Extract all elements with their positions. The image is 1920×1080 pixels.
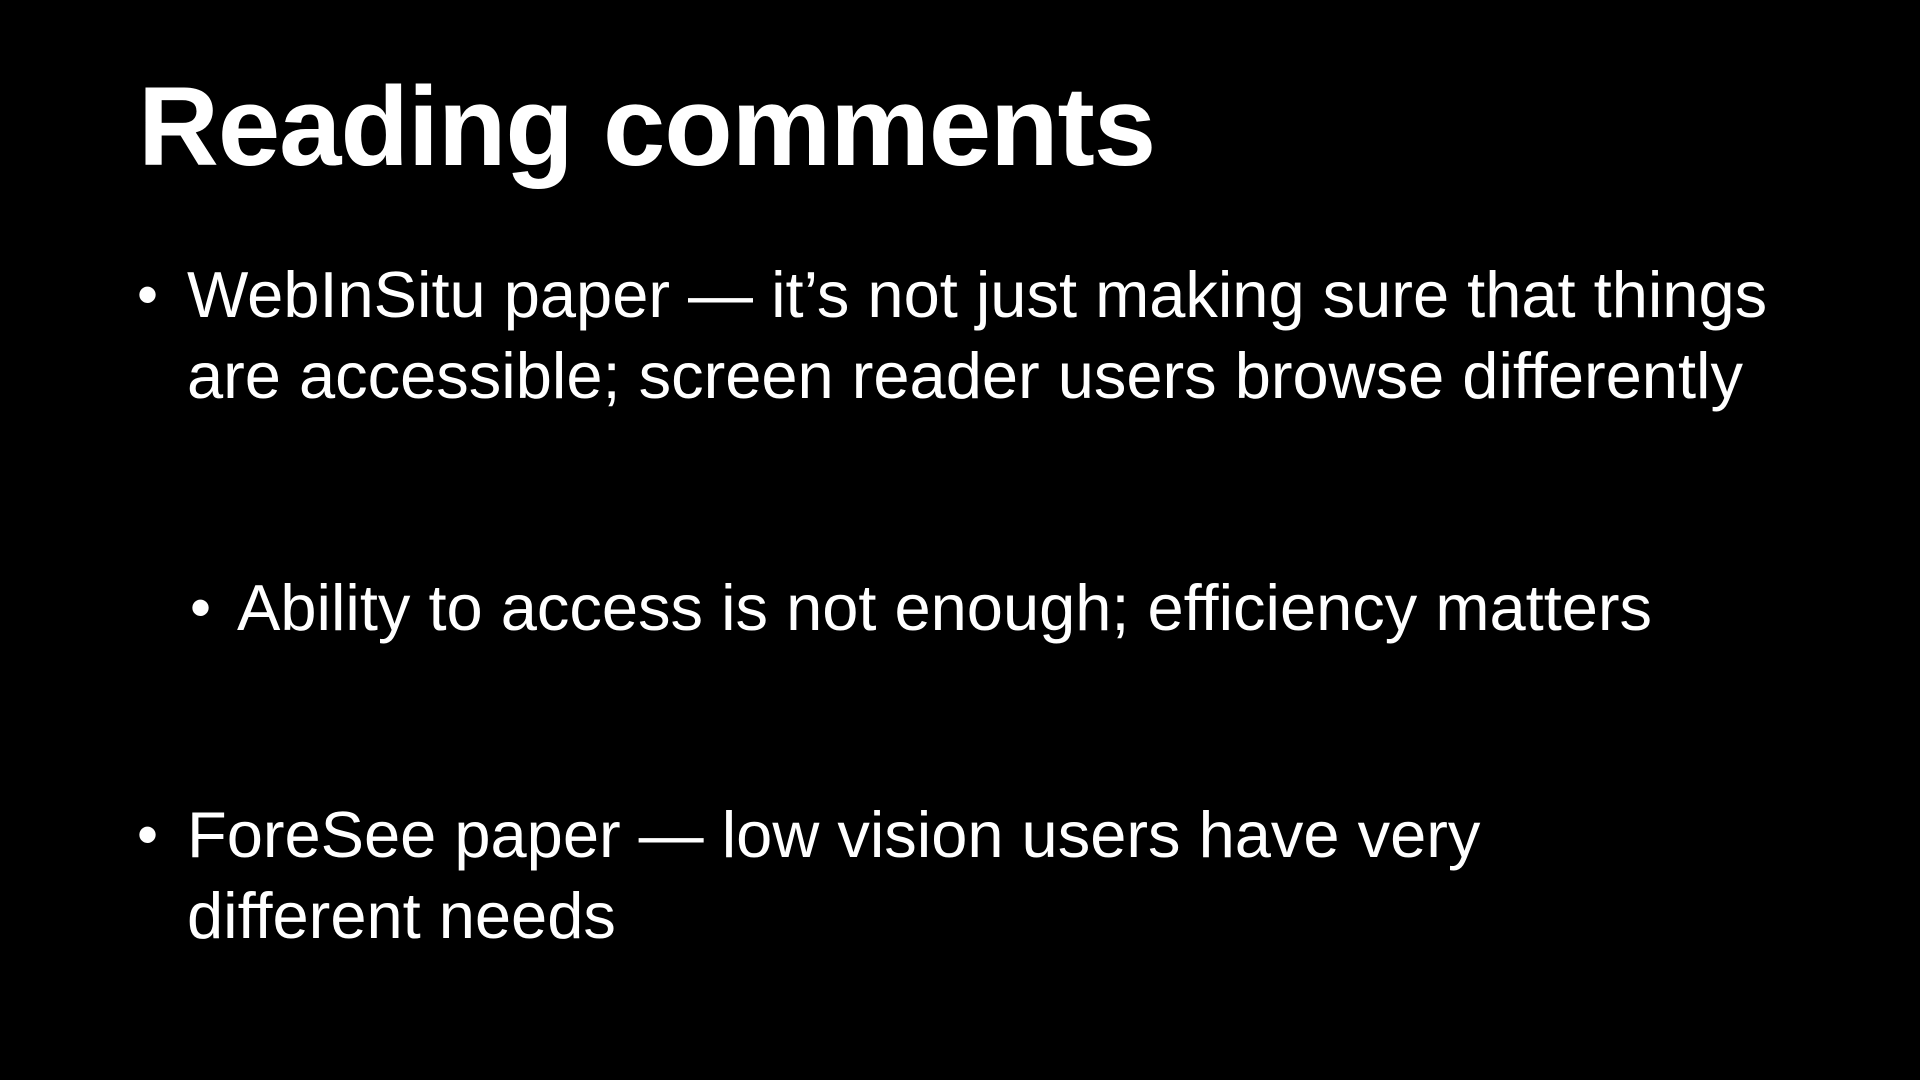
slide: Reading comments • WebInSitu paper — it’…	[0, 0, 1920, 1080]
bullet-text: ForeSee paper — low vision users have ve…	[187, 798, 1481, 952]
bullet-text: Ability to access is not enough; efficie…	[237, 571, 1653, 644]
bullet-text: WebInSitu paper — it’s not just making s…	[187, 258, 1768, 412]
bullet-list: • WebInSitu paper — it’s not just making…	[0, 0, 1920, 1080]
bullet-marker: •	[190, 574, 212, 641]
sub-bullet-item-efficiency: • Ability to access is not enough; effic…	[190, 567, 1657, 648]
bullet-marker: •	[137, 261, 159, 328]
bullet-item-foresee: • ForeSee paper — low vision users have …	[137, 794, 1707, 956]
bullet-item-webinsitu: • WebInSitu paper — it’s not just making…	[137, 254, 1807, 416]
bullet-marker: •	[137, 801, 159, 868]
